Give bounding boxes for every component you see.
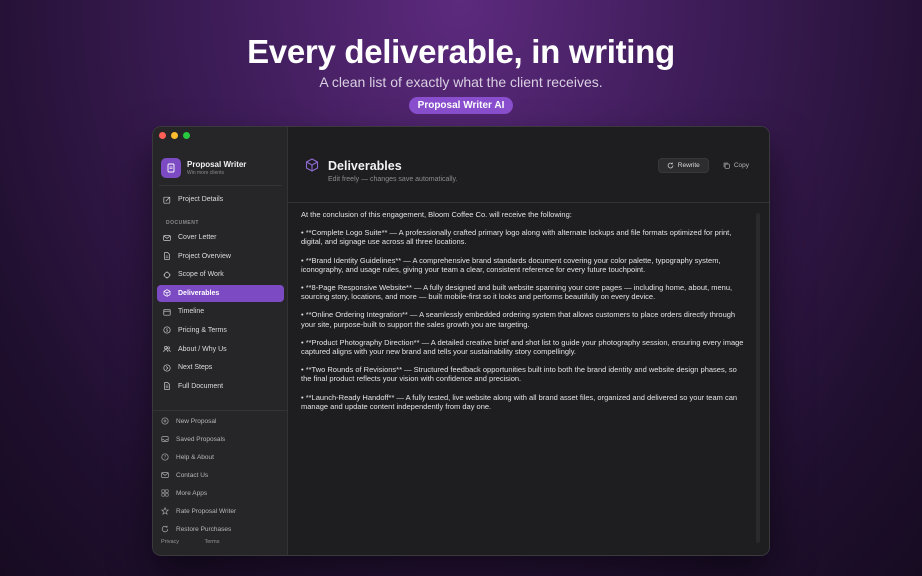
editor-paragraph: At the conclusion of this engagement, Bl… bbox=[301, 210, 572, 219]
page-title: Deliverables bbox=[328, 159, 402, 173]
envelope-icon bbox=[163, 234, 171, 241]
plus-circle-icon bbox=[161, 417, 169, 425]
divider bbox=[153, 410, 288, 411]
minimize-window-button[interactable] bbox=[171, 132, 178, 139]
sidebar-item-project-details[interactable]: Project Details bbox=[157, 191, 284, 208]
copy-icon bbox=[723, 162, 730, 169]
close-window-button[interactable] bbox=[159, 132, 166, 139]
rewrite-label: Rewrite bbox=[677, 162, 700, 169]
hero-subtitle: A clean list of exactly what the client … bbox=[319, 74, 603, 90]
full-document-icon bbox=[164, 382, 170, 390]
svg-text:$: $ bbox=[166, 328, 169, 334]
sidebar-item-label: Deliverables bbox=[178, 289, 220, 297]
edit-icon bbox=[163, 196, 171, 204]
sidebar-item-saved-proposals[interactable]: Saved Proposals bbox=[157, 431, 284, 447]
sidebar-nav: Project Details DOCUMENT Cover Letter Pr… bbox=[157, 191, 284, 396]
sidebar-item-scope-of-work[interactable]: Scope of Work bbox=[157, 266, 284, 283]
app-brand: Proposal Writer Win more clients bbox=[161, 158, 246, 178]
page-subtitle: Edit freely — changes save automatically… bbox=[328, 176, 458, 183]
app-name: Proposal Writer bbox=[187, 159, 247, 169]
app-tagline: Win more clients bbox=[187, 169, 224, 176]
sidebar-item-label: Project Details bbox=[178, 196, 224, 203]
cube-icon bbox=[305, 158, 319, 172]
deliverables-editor[interactable]: At the conclusion of this engagement, Bl… bbox=[301, 210, 747, 545]
sidebar-item-label: About / Why Us bbox=[178, 345, 227, 353]
editor-paragraph: • **Brand Identity Guidelines** — A comp… bbox=[301, 255, 721, 274]
sidebar-item-label: Restore Purchases bbox=[176, 525, 232, 533]
calendar-icon bbox=[163, 308, 171, 316]
sidebar-item-more-apps[interactable]: More Apps bbox=[157, 485, 284, 501]
sidebar-item-project-overview[interactable]: Project Overview bbox=[157, 248, 284, 265]
editor-scrollbar[interactable] bbox=[756, 213, 760, 543]
hero-badge: Proposal Writer AI bbox=[408, 97, 514, 114]
app-logo-icon bbox=[161, 158, 181, 178]
sidebar-item-label: New Proposal bbox=[176, 417, 217, 425]
sidebar-item-deliverables[interactable]: Deliverables bbox=[157, 284, 284, 302]
sidebar-item-new-proposal[interactable]: New Proposal bbox=[157, 413, 284, 429]
document-icon bbox=[164, 252, 170, 260]
sidebar-item-label: Scope of Work bbox=[178, 271, 224, 279]
arrow-circle-icon bbox=[163, 364, 171, 372]
hero-title: Every deliverable, in writing bbox=[247, 33, 675, 70]
sidebar-item-next-steps[interactable]: Next Steps bbox=[157, 359, 284, 376]
sidebar-item-label: Next Steps bbox=[178, 364, 213, 372]
divider bbox=[288, 202, 769, 203]
window-controls bbox=[159, 132, 190, 139]
sidebar-item-timeline[interactable]: Timeline bbox=[157, 303, 284, 320]
sidebar-item-help-about[interactable]: ? Help & About bbox=[157, 449, 284, 465]
copy-label: Copy bbox=[733, 162, 749, 169]
sidebar: Proposal Writer Win more clients Project… bbox=[153, 127, 288, 555]
hero: Every deliverable, in writing A clean li… bbox=[0, 32, 922, 114]
sidebar-bottom-nav: New Proposal Saved Proposals ? Help & Ab… bbox=[157, 413, 284, 539]
editor-paragraph: • **Two Rounds of Revisions** — Structur… bbox=[301, 365, 737, 384]
sidebar-item-label: Rate Proposal Writer bbox=[176, 507, 237, 515]
sidebar-item-label: Contact Us bbox=[176, 471, 209, 479]
sidebar-item-restore-purchases[interactable]: Restore Purchases bbox=[157, 521, 284, 537]
editor-paragraph: • **8-Page Responsive Website** — A full… bbox=[301, 283, 733, 302]
sidebar-item-label: Saved Proposals bbox=[176, 435, 226, 443]
sidebar-item-pricing-terms[interactable]: $ Pricing & Terms bbox=[157, 322, 284, 339]
copy-button[interactable]: Copy bbox=[715, 158, 757, 173]
restore-icon bbox=[161, 525, 169, 533]
mail-icon bbox=[161, 472, 169, 478]
section-label-document: DOCUMENT bbox=[166, 220, 199, 226]
editor-paragraph: • **Launch-Ready Handoff** — A fully tes… bbox=[301, 392, 738, 411]
divider bbox=[159, 185, 282, 186]
rewrite-button[interactable]: Rewrite bbox=[657, 158, 709, 173]
crosshair-icon bbox=[163, 271, 171, 279]
toolbar: Rewrite Copy bbox=[657, 158, 757, 173]
sidebar-item-contact-us[interactable]: Contact Us bbox=[157, 467, 284, 483]
zoom-window-button[interactable] bbox=[183, 132, 190, 139]
grid-icon bbox=[161, 489, 169, 497]
tray-icon bbox=[161, 436, 169, 442]
sidebar-footer: Privacy Terms bbox=[161, 539, 243, 545]
sidebar-item-label: Cover Letter bbox=[178, 234, 217, 241]
dollar-icon: $ bbox=[163, 326, 171, 334]
editor-paragraph: • **Product Photography Direction** — A … bbox=[301, 337, 744, 357]
terms-link[interactable]: Terms bbox=[204, 539, 219, 545]
refresh-icon bbox=[667, 162, 674, 169]
sidebar-item-label: Timeline bbox=[178, 308, 205, 316]
privacy-link[interactable]: Privacy bbox=[161, 539, 179, 545]
sidebar-item-label: More Apps bbox=[176, 489, 208, 497]
sidebar-item-label: Pricing & Terms bbox=[178, 326, 227, 334]
app-window: Proposal Writer Win more clients Project… bbox=[152, 126, 770, 556]
sidebar-item-about-why-us[interactable]: About / Why Us bbox=[157, 341, 284, 358]
people-icon bbox=[163, 346, 171, 353]
sidebar-item-label: Help & About bbox=[176, 453, 214, 461]
editor-paragraph: • **Complete Logo Suite** — A profession… bbox=[301, 228, 732, 247]
sidebar-item-label: Full Document bbox=[178, 382, 224, 390]
star-icon bbox=[161, 507, 169, 515]
sidebar-item-cover-letter[interactable]: Cover Letter bbox=[157, 229, 284, 246]
question-icon: ? bbox=[161, 453, 169, 461]
sidebar-item-full-document[interactable]: Full Document bbox=[157, 378, 284, 395]
main-panel: Deliverables Edit freely — changes save … bbox=[288, 127, 769, 555]
sidebar-item-rate-proposal-writer[interactable]: Rate Proposal Writer bbox=[157, 503, 284, 519]
cube-icon bbox=[163, 289, 171, 298]
sidebar-item-label: Project Overview bbox=[178, 252, 231, 260]
editor-paragraph: • **Online Ordering Integration** — A se… bbox=[301, 310, 736, 329]
